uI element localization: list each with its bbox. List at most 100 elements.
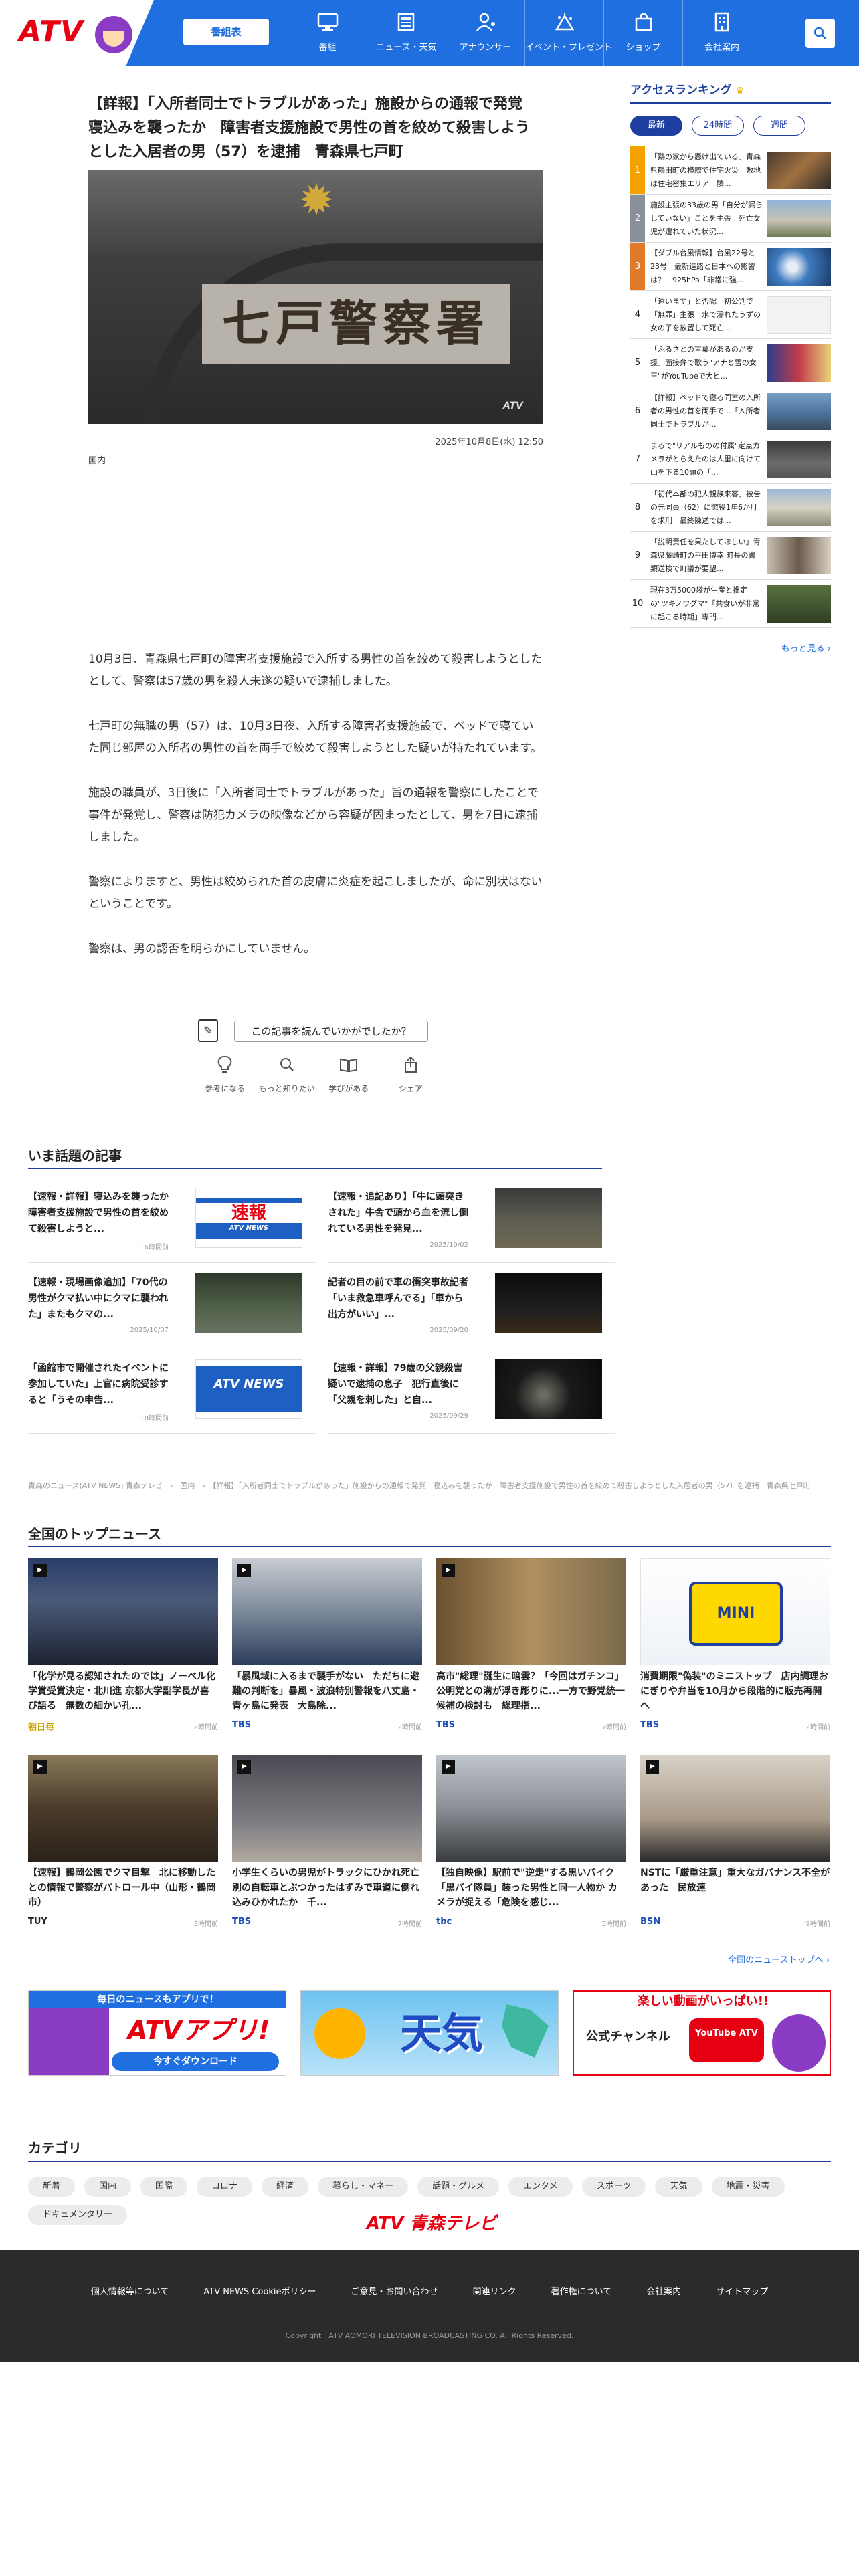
- youtube-banner[interactable]: 楽しい動画がいっぱい!! 公式チャンネル YouTube ATV: [573, 1990, 831, 2076]
- national-news-card[interactable]: ▶ 「化学が見る認知されたのでは」ノーベル化学賞受賞決定・北川進 京都大学副学長…: [28, 1558, 218, 1739]
- category-pill[interactable]: 暮らし・マネー: [318, 2177, 409, 2197]
- national-news-card[interactable]: ▶ 小学生くらいの男児がトラックにひかれ死亡 別の自転車とぶつかったはずみで車道…: [232, 1755, 422, 1935]
- weather-banner[interactable]: 天気: [300, 1990, 559, 2076]
- rank-thumbnail[interactable]: [767, 152, 831, 189]
- rank-thumbnail[interactable]: [767, 296, 831, 334]
- national-news-card[interactable]: ▶ 「暴風域に入るまで襲手がない ただちに避難の判断を」暴風・波浪特別警報を八丈…: [232, 1558, 422, 1739]
- footer-link[interactable]: ATV NEWS Cookieポリシー: [203, 2284, 316, 2297]
- national-news-card[interactable]: ▶ 高市"総理"誕生に暗雲？「今回はガチンコ」公明党との溝が浮き彫りに...一方…: [436, 1558, 626, 1739]
- category-pill[interactable]: 経済: [262, 2177, 309, 2197]
- trending-headline[interactable]: 【速報・詳報】79歳の父親殺害疑いで逮捕の息子 犯行直後に「父親を刺した」と自.…: [328, 1360, 468, 1408]
- rank-thumbnail[interactable]: [767, 489, 831, 526]
- rank-thumbnail[interactable]: [767, 585, 831, 623]
- national-headline[interactable]: 「暴風域に入るまで襲手がない ただちに避難の判断を」暴風・波浪特別警報を八丈島・…: [232, 1669, 422, 1713]
- national-headline[interactable]: 消費期限"偽装"のミニストップ 店内調理おにぎりや弁当を10月から段階的に販売再…: [640, 1669, 830, 1713]
- schedule-button[interactable]: 番組表: [183, 19, 269, 45]
- ranking-item[interactable]: 6 【詳報】ベッドで寝る同室の入所者の男性の首を両手で...「入所者同士でトラブ…: [630, 387, 831, 435]
- rank-headline[interactable]: 現在3万5000袋が生産と推定の"ツキノワグマ"「共食いが非常に起こる時期」専門…: [650, 584, 763, 624]
- breadcrumb[interactable]: 青森のニュース(ATV NEWS) 青森テレビ › 国内 › 【詳報】「入所者同…: [28, 1479, 831, 1493]
- national-thumbnail[interactable]: MINI: [640, 1558, 830, 1665]
- nav-item-company[interactable]: 会社案内: [682, 0, 761, 66]
- national-news-card[interactable]: MINI 消費期限"偽装"のミニストップ 店内調理おにぎりや弁当を10月から段階…: [640, 1558, 830, 1739]
- nav-item-announcers[interactable]: アナウンサー: [446, 0, 524, 66]
- trending-thumbnail[interactable]: ATV NEWS: [195, 1359, 302, 1419]
- reaction-helpful[interactable]: 参考になる: [194, 1055, 256, 1102]
- national-headline[interactable]: 【速報】鶴岡公園でクマ目撃 北に移動したとの情報で警察がパトロール中（山形・鶴岡…: [28, 1866, 218, 1910]
- trending-item[interactable]: 記者の目の前で車の衝突事故記者「いま救急車呼んでる」「車から出方がいい」... …: [328, 1265, 615, 1348]
- rank-headline[interactable]: 【ダブル台風情報】台風22号と23号 最新進路と日本への影響は？ 925hPa「…: [650, 247, 763, 287]
- ranking-item[interactable]: 1 「鶏の家から懸け出ている」青森県鶴田町の横際で住宅火災 敷地は住宅密集エリア…: [630, 146, 831, 195]
- tab-weekly[interactable]: 週間: [753, 116, 805, 136]
- national-thumbnail[interactable]: ▶: [28, 1558, 218, 1665]
- logo-area[interactable]: ATV: [0, 0, 154, 66]
- trending-headline[interactable]: 【速報・現場画像追加】「70代の男性がクマ払い中にクマに襲われた」またもクマの.…: [28, 1275, 169, 1323]
- trending-item[interactable]: 【速報・現場画像追加】「70代の男性がクマ払い中にクマに襲われた」またもクマの.…: [28, 1265, 316, 1348]
- trending-thumbnail[interactable]: [495, 1359, 602, 1419]
- national-more-link[interactable]: 全国のニューストップへ ›: [669, 1953, 830, 1965]
- rank-headline[interactable]: 施設主張の33歳の男「自分が漏らしていない」ことを主張 死亡女児が遭れていた状況…: [650, 199, 763, 239]
- nav-item-events[interactable]: イベント・プレゼント: [524, 0, 612, 66]
- rank-headline[interactable]: 「遠います」と否認 初公判で「無罪」主張 水で濡れたうずの女の子を放置して死亡.…: [650, 295, 763, 335]
- national-thumbnail[interactable]: ▶: [640, 1755, 830, 1862]
- category-pill[interactable]: 新着: [28, 2177, 76, 2197]
- trending-item[interactable]: 「函館市で開催されたイベントに参加していた」上官に病院受診すると「うその申告..…: [28, 1351, 316, 1434]
- ranking-item[interactable]: 3 【ダブル台風情報】台風22号と23号 最新進路と日本への影響は？ 925hP…: [630, 243, 831, 291]
- category-pill[interactable]: スポーツ: [581, 2177, 646, 2197]
- ranking-item[interactable]: 5 「ふるさとの言葉があるのが支援」面接弁で歌う"アナと雪の女王"がYouTub…: [630, 339, 831, 387]
- footer-link[interactable]: ご意見・お問い合わせ: [351, 2284, 438, 2297]
- rank-thumbnail[interactable]: [767, 441, 831, 478]
- ranking-item[interactable]: 4 「遠います」と否認 初公判で「無罪」主張 水で濡れたうずの女の子を放置して死…: [630, 291, 831, 339]
- nav-item-programs[interactable]: 番組: [288, 0, 367, 66]
- rank-thumbnail[interactable]: [767, 344, 831, 382]
- national-thumbnail[interactable]: ▶: [28, 1755, 218, 1862]
- rank-headline[interactable]: 「説明責任を果たしてほしい」青森県藤崎町の平田博幸 町長の書類送検で町議が要望.…: [650, 536, 763, 576]
- category-pill[interactable]: ドキュメンタリー: [28, 2205, 128, 2225]
- reaction-want-more[interactable]: もっと知りたい: [256, 1055, 318, 1102]
- search-button[interactable]: [805, 19, 835, 48]
- rank-thumbnail[interactable]: [767, 248, 831, 286]
- category-pill[interactable]: 話題・グルメ: [417, 2177, 500, 2197]
- ranking-item[interactable]: 7 まるで"リアルものの付属"定点カメラがとらえたのは人里に向けて山を下る10頭…: [630, 435, 831, 484]
- reaction-share[interactable]: シェア: [380, 1055, 442, 1102]
- national-news-card[interactable]: ▶ 【独自映像】駅前で"逆走"する黒いバイク「黒バイ隊員」装った男性と同一人物か…: [436, 1755, 626, 1935]
- rank-thumbnail[interactable]: [767, 200, 831, 237]
- trending-headline[interactable]: 【速報・追記あり】「牛に頭突きされた」牛舎で頭から血を流し倒れている男性を発見.…: [328, 1189, 468, 1237]
- trending-thumbnail[interactable]: [195, 1273, 302, 1333]
- national-headline[interactable]: 「化学が見る認知されたのでは」ノーベル化学賞受賞決定・北川進 京都大学副学長が喜…: [28, 1669, 218, 1713]
- national-headline[interactable]: 高市"総理"誕生に暗雲？「今回はガチンコ」公明党との溝が浮き彫りに...一方で野…: [436, 1669, 626, 1713]
- tab-24h[interactable]: 24時間: [692, 116, 744, 136]
- national-headline[interactable]: 【独自映像】駅前で"逆走"する黒いバイク「黒バイ隊員」装った男性と同一人物か カ…: [436, 1866, 626, 1910]
- trending-headline[interactable]: 【速報・詳報】寝込みを襲ったか 障害者支援施設で男性の首を絞めて殺害しようと..…: [28, 1189, 169, 1237]
- trending-headline[interactable]: 「函館市で開催されたイベントに参加していた」上官に病院受診すると「うその申告..…: [28, 1360, 169, 1408]
- rank-headline[interactable]: まるで"リアルものの付属"定点カメラがとらえたのは人里に向けて山を下る10頭の「…: [650, 439, 763, 479]
- national-thumbnail[interactable]: ▶: [232, 1755, 422, 1862]
- category-pill[interactable]: 地震・災害: [711, 2177, 785, 2197]
- trending-item[interactable]: 【速報・詳報】寝込みを襲ったか 障害者支援施設で男性の首を絞めて殺害しようと..…: [28, 1180, 316, 1263]
- footer-link[interactable]: 個人情報等について: [91, 2284, 169, 2297]
- trending-thumbnail[interactable]: [495, 1273, 602, 1333]
- footer-logo[interactable]: ATV 青森テレビ: [348, 2210, 515, 2234]
- rank-headline[interactable]: 「初代本部の犯人親族来客」被告の元同員（62）に懲役1年6か月を求刑 最終陳述で…: [650, 488, 763, 528]
- trending-item[interactable]: 【速報・追記あり】「牛に頭突きされた」牛舎で頭から血を流し倒れている男性を発見.…: [328, 1180, 615, 1263]
- trending-item[interactable]: 【速報・詳報】79歳の父親殺害疑いで逮捕の息子 犯行直後に「父親を刺した」と自.…: [328, 1351, 615, 1434]
- national-headline[interactable]: NSTに「厳重注意」重大なガバナンス不全があった 民放連: [640, 1866, 830, 1910]
- rank-headline[interactable]: 「ふるさとの言葉があるのが支援」面接弁で歌う"アナと雪の女王"がYouTubeで…: [650, 343, 763, 383]
- article-category[interactable]: 国内: [88, 453, 106, 466]
- rank-headline[interactable]: 【詳報】ベッドで寝る同室の入所者の男性の首を両手で...「入所者同士でトラブルが…: [650, 391, 763, 431]
- category-pill[interactable]: エンタメ: [508, 2177, 573, 2197]
- national-thumbnail[interactable]: ▶: [232, 1558, 422, 1665]
- nav-item-news-weather[interactable]: ニュース・天気: [367, 0, 446, 66]
- national-headline[interactable]: 小学生くらいの男児がトラックにひかれ死亡 別の自転車とぶつかったはずみで車道に倒…: [232, 1866, 422, 1910]
- footer-link[interactable]: 著作権について: [551, 2284, 612, 2297]
- reaction-learning[interactable]: 学びがある: [318, 1055, 380, 1102]
- category-pill[interactable]: 国際: [140, 2177, 188, 2197]
- app-banner[interactable]: 毎日のニュースもアプリで！ ATVアプリ! 今すぐダウンロード: [28, 1990, 286, 2076]
- national-thumbnail[interactable]: ▶: [436, 1558, 626, 1665]
- national-news-card[interactable]: ▶ NSTに「厳重注意」重大なガバナンス不全があった 民放連 BSN 9時間前: [640, 1755, 830, 1935]
- category-pill[interactable]: 天気: [655, 2177, 702, 2197]
- category-pill[interactable]: 国内: [84, 2177, 132, 2197]
- nav-item-shop[interactable]: ショップ: [603, 0, 682, 66]
- footer-link[interactable]: サイトマップ: [716, 2284, 768, 2297]
- category-pill[interactable]: コロナ: [197, 2177, 253, 2197]
- footer-link[interactable]: 会社案内: [646, 2284, 681, 2297]
